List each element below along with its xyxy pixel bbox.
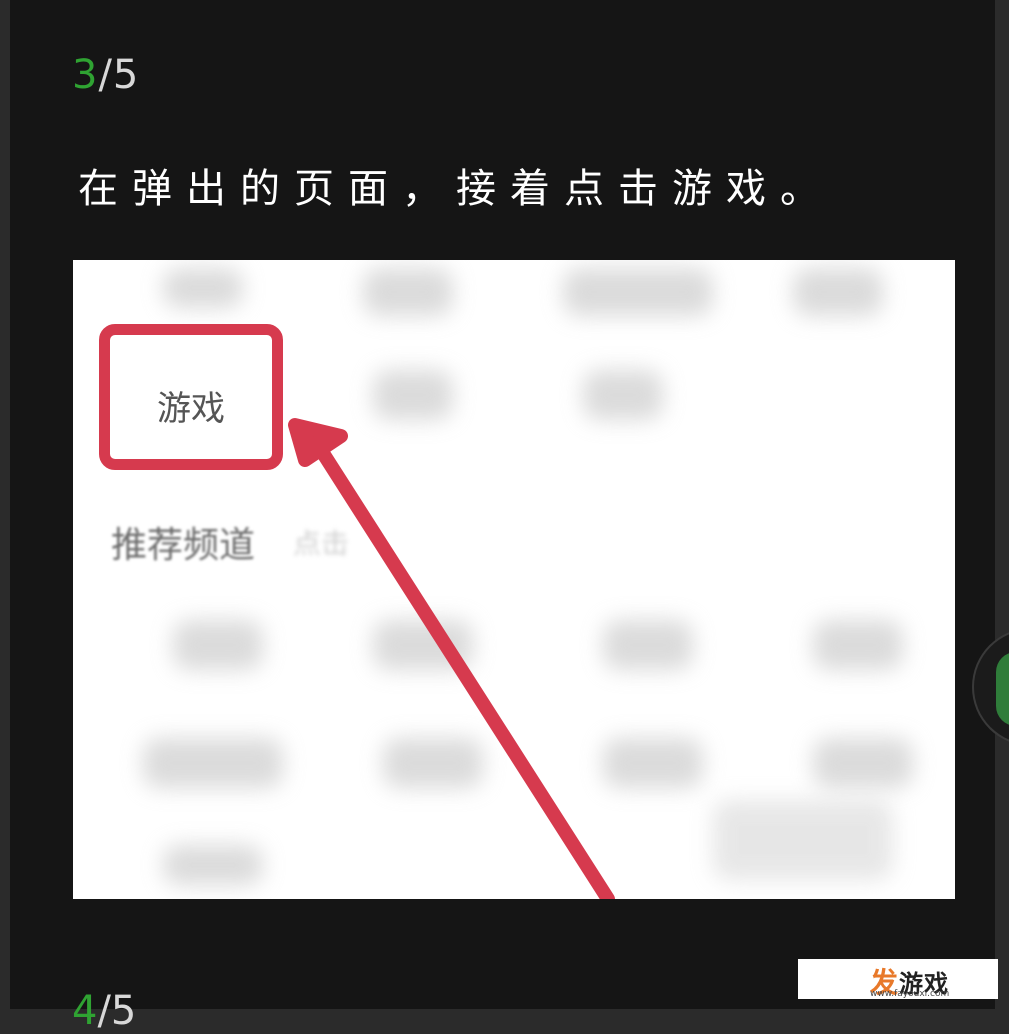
step-caption: 在弹出的页面，接着点击游戏。 (78, 166, 834, 212)
site-watermark-logo: 发游戏 www.fayouxi.com (798, 959, 998, 999)
step-screenshot: 游戏 推荐频道 点击 (73, 260, 955, 899)
next-step-total: /5 (97, 988, 137, 1034)
logo-url: www.fayouxi.com (870, 989, 950, 999)
next-step-current: 4 (72, 988, 98, 1034)
pointer-arrow-icon (288, 418, 615, 899)
side-handle-inner (996, 652, 1009, 726)
step-current: 3 (72, 52, 99, 98)
article-panel: 3/5 在弹出的页面，接着点击游戏。 游戏 推荐频道 点击 4/5 (10, 0, 995, 1034)
next-step-counter: 4/5 (72, 988, 136, 1034)
step-total: /5 (98, 52, 140, 98)
step-counter: 3/5 (72, 52, 139, 98)
